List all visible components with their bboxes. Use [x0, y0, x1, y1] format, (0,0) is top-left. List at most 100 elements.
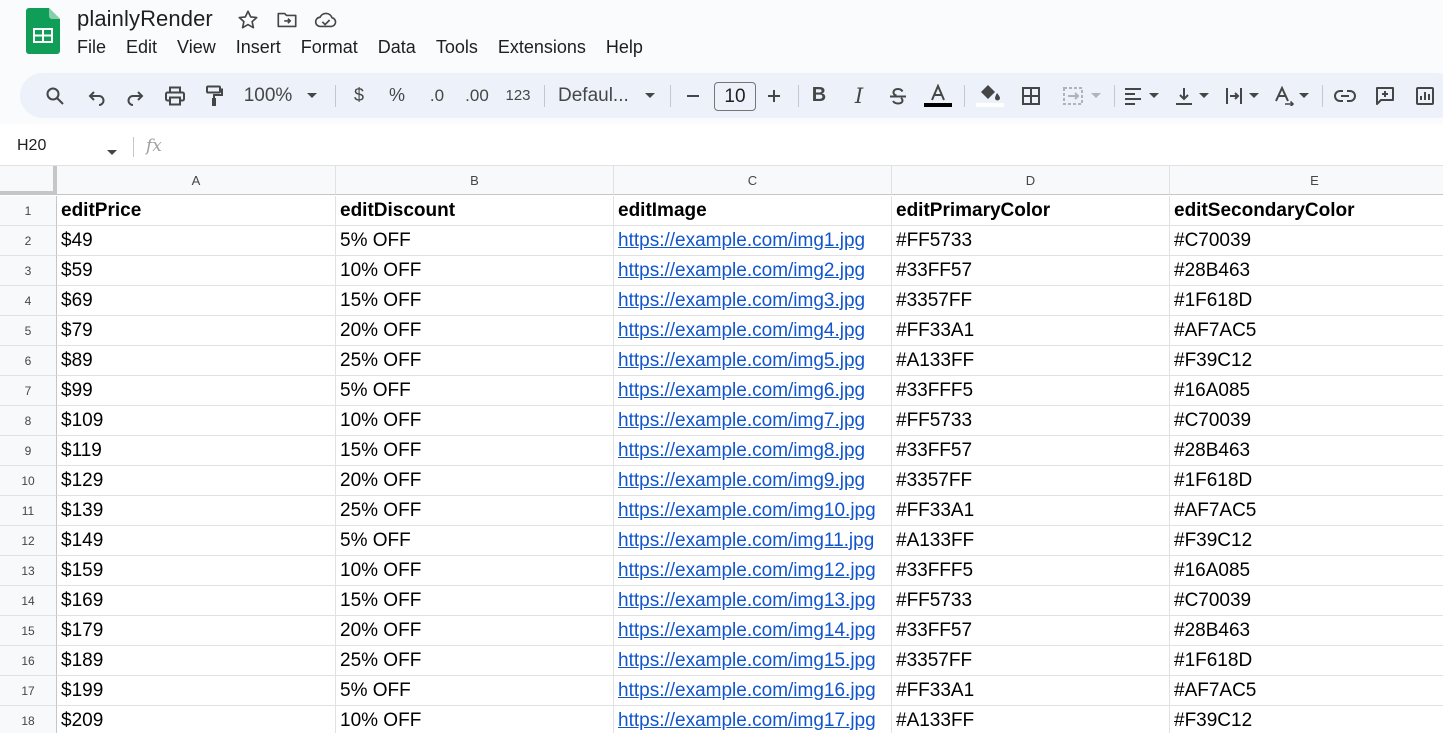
- table-cell[interactable]: 20% OFF: [336, 316, 614, 346]
- menu-tools[interactable]: Tools: [426, 35, 488, 60]
- bold-icon[interactable]: B: [808, 73, 830, 118]
- table-cell[interactable]: #A133FF: [892, 706, 1170, 733]
- percent-format-button[interactable]: %: [386, 73, 408, 118]
- name-box-caret-icon[interactable]: [106, 144, 118, 162]
- table-cell[interactable]: #F39C12: [1170, 346, 1443, 376]
- italic-icon[interactable]: I: [848, 73, 870, 118]
- table-cell[interactable]: 10% OFF: [336, 256, 614, 286]
- table-cell[interactable]: 15% OFF: [336, 286, 614, 316]
- table-cell[interactable]: #A133FF: [892, 526, 1170, 556]
- column-header-a[interactable]: A: [57, 166, 336, 195]
- link-cell[interactable]: https://example.com/img8.jpg: [614, 436, 892, 466]
- font-size-input[interactable]: 10: [714, 82, 756, 111]
- table-cell[interactable]: #C70039: [1170, 406, 1443, 436]
- link-cell[interactable]: https://example.com/img4.jpg: [614, 316, 892, 346]
- column-header-d[interactable]: D: [892, 166, 1170, 195]
- table-cell[interactable]: $159: [57, 556, 336, 586]
- insert-comment-icon[interactable]: [1372, 73, 1398, 118]
- link-cell[interactable]: https://example.com/img17.jpg: [614, 706, 892, 733]
- increase-font-size-icon[interactable]: [762, 73, 786, 118]
- table-cell[interactable]: #28B463: [1170, 616, 1443, 646]
- table-cell[interactable]: $59: [57, 256, 336, 286]
- table-cell[interactable]: #3357FF: [892, 646, 1170, 676]
- currency-format-button[interactable]: $: [348, 73, 370, 118]
- row-header[interactable]: 6: [0, 346, 57, 376]
- row-header[interactable]: 3: [0, 256, 57, 286]
- row-header[interactable]: 7: [0, 376, 57, 406]
- table-cell[interactable]: #FF5733: [892, 406, 1170, 436]
- link-cell[interactable]: https://example.com/img14.jpg: [614, 616, 892, 646]
- menu-data[interactable]: Data: [368, 35, 426, 60]
- name-box[interactable]: H20: [17, 137, 46, 155]
- menu-extensions[interactable]: Extensions: [488, 35, 596, 60]
- table-cell[interactable]: #F39C12: [1170, 706, 1443, 733]
- table-cell[interactable]: #33FF57: [892, 256, 1170, 286]
- undo-icon[interactable]: [84, 73, 110, 118]
- zoom-caret-icon[interactable]: [304, 73, 320, 118]
- row-header[interactable]: 5: [0, 316, 57, 346]
- link-cell[interactable]: https://example.com/img10.jpg: [614, 496, 892, 526]
- row-header[interactable]: 4: [0, 286, 57, 316]
- table-cell[interactable]: 5% OFF: [336, 676, 614, 706]
- link-cell[interactable]: https://example.com/img9.jpg: [614, 466, 892, 496]
- table-cell[interactable]: #1F618D: [1170, 466, 1443, 496]
- paint-format-icon[interactable]: [201, 73, 227, 118]
- menu-insert[interactable]: Insert: [226, 35, 291, 60]
- link-cell[interactable]: https://example.com/img13.jpg: [614, 586, 892, 616]
- header-cell[interactable]: editDiscount: [336, 196, 614, 226]
- cloud-saved-icon[interactable]: [314, 8, 338, 32]
- link-cell[interactable]: https://example.com/img3.jpg: [614, 286, 892, 316]
- decrease-font-size-icon[interactable]: [682, 73, 704, 118]
- star-icon[interactable]: [236, 8, 260, 32]
- header-cell[interactable]: editImage: [614, 196, 892, 226]
- document-title[interactable]: plainlyRender: [77, 6, 213, 32]
- table-cell[interactable]: #1F618D: [1170, 286, 1443, 316]
- strikethrough-icon[interactable]: [886, 73, 910, 118]
- table-cell[interactable]: #C70039: [1170, 226, 1443, 256]
- row-header[interactable]: 17: [0, 676, 57, 706]
- table-cell[interactable]: #FF33A1: [892, 316, 1170, 346]
- table-cell[interactable]: #3357FF: [892, 466, 1170, 496]
- table-cell[interactable]: #28B463: [1170, 256, 1443, 286]
- row-header[interactable]: 18: [0, 706, 57, 733]
- table-cell[interactable]: #AF7AC5: [1170, 676, 1443, 706]
- table-cell[interactable]: $89: [57, 346, 336, 376]
- table-cell[interactable]: #33FF57: [892, 436, 1170, 466]
- table-cell[interactable]: 25% OFF: [336, 496, 614, 526]
- table-cell[interactable]: $109: [57, 406, 336, 436]
- menu-edit[interactable]: Edit: [116, 35, 167, 60]
- row-header[interactable]: 9: [0, 436, 57, 466]
- header-cell[interactable]: editPrimaryColor: [892, 196, 1170, 226]
- table-cell[interactable]: #16A085: [1170, 556, 1443, 586]
- horizontal-align-caret-icon[interactable]: [1146, 73, 1162, 118]
- text-rotation-icon[interactable]: [1272, 73, 1296, 118]
- text-color-button[interactable]: [924, 73, 952, 118]
- table-cell[interactable]: 20% OFF: [336, 616, 614, 646]
- column-header-b[interactable]: B: [336, 166, 614, 195]
- table-cell[interactable]: 15% OFF: [336, 436, 614, 466]
- table-cell[interactable]: 5% OFF: [336, 376, 614, 406]
- link-cell[interactable]: https://example.com/img11.jpg: [614, 526, 892, 556]
- table-cell[interactable]: #AF7AC5: [1170, 316, 1443, 346]
- table-cell[interactable]: #C70039: [1170, 586, 1443, 616]
- table-cell[interactable]: #33FFF5: [892, 376, 1170, 406]
- column-header-c[interactable]: C: [614, 166, 892, 195]
- link-cell[interactable]: https://example.com/img16.jpg: [614, 676, 892, 706]
- table-cell[interactable]: $209: [57, 706, 336, 733]
- vertical-align-icon[interactable]: [1172, 73, 1196, 118]
- link-cell[interactable]: https://example.com/img12.jpg: [614, 556, 892, 586]
- table-cell[interactable]: $189: [57, 646, 336, 676]
- text-wrapping-icon[interactable]: [1222, 73, 1246, 118]
- insert-chart-icon[interactable]: [1412, 73, 1438, 118]
- text-wrapping-caret-icon[interactable]: [1246, 73, 1262, 118]
- header-cell[interactable]: editSecondaryColor: [1170, 196, 1443, 226]
- row-header[interactable]: 16: [0, 646, 57, 676]
- move-folder-icon[interactable]: [275, 8, 299, 32]
- link-cell[interactable]: https://example.com/img6.jpg: [614, 376, 892, 406]
- table-cell[interactable]: $149: [57, 526, 336, 556]
- table-cell[interactable]: 25% OFF: [336, 646, 614, 676]
- font-family-select[interactable]: Defaul...: [558, 73, 638, 118]
- menu-format[interactable]: Format: [291, 35, 368, 60]
- table-cell[interactable]: 20% OFF: [336, 466, 614, 496]
- row-header[interactable]: 8: [0, 406, 57, 436]
